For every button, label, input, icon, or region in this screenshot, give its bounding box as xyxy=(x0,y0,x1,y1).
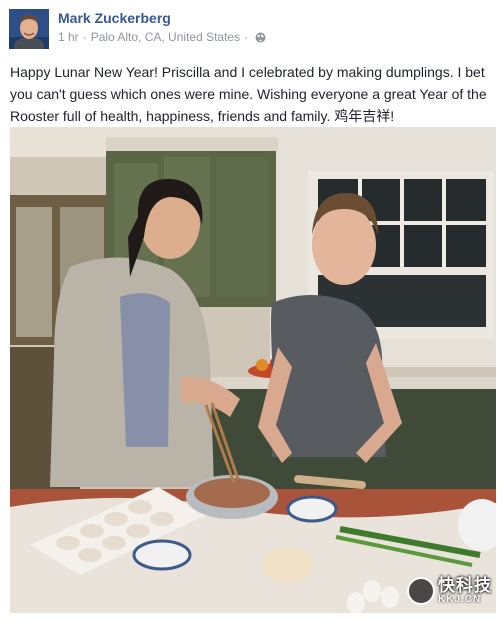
post-location-link[interactable]: Palo Alto, CA, United States xyxy=(91,30,240,44)
watermark-url: KKJ.CN xyxy=(438,594,482,605)
author-name-link[interactable]: Mark Zuckerberg xyxy=(58,10,171,26)
site-watermark: 快科技 KKJ.CN xyxy=(407,577,492,605)
post-body-text: Happy Lunar New Year! Priscilla and I ce… xyxy=(10,64,487,124)
post-photo[interactable]: 快科技 KKJ.CN xyxy=(10,127,496,613)
meta-separator: · xyxy=(82,30,87,44)
watermark-name: 快科技 xyxy=(438,576,492,595)
post-header: Mark Zuckerberg 1 hr · Palo Alto, CA, Un… xyxy=(0,0,504,52)
kkj-logo-icon xyxy=(407,577,435,605)
facebook-post: Mark Zuckerberg 1 hr · Palo Alto, CA, Un… xyxy=(0,0,504,620)
meta-separator-2: · xyxy=(244,30,249,44)
avatar[interactable] xyxy=(9,9,49,49)
globe-icon[interactable] xyxy=(255,32,266,43)
post-meta: 1 hr · Palo Alto, CA, United States · xyxy=(58,30,266,44)
post-timestamp[interactable]: 1 hr xyxy=(58,30,79,44)
avatar-picture xyxy=(9,9,49,49)
dumpling-photo xyxy=(10,127,496,613)
